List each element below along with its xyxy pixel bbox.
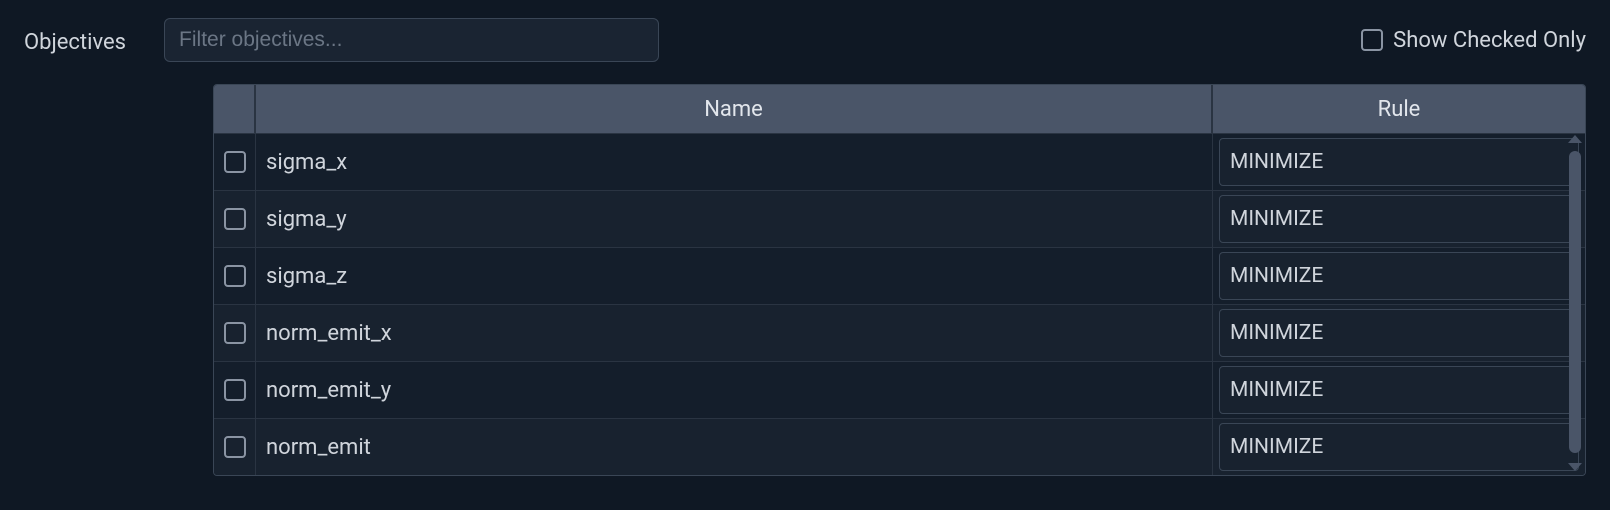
row-name-cell: norm_emit_y — [256, 362, 1213, 418]
rule-select[interactable]: MINIMIZE — [1219, 366, 1579, 414]
row-checkbox-cell — [214, 419, 256, 475]
table-header: Name Rule — [214, 85, 1585, 133]
rule-select[interactable]: MINIMIZE — [1219, 309, 1579, 357]
checkbox-icon[interactable] — [224, 322, 246, 344]
checkbox-icon[interactable] — [224, 208, 246, 230]
show-checked-only-label: Show Checked Only — [1393, 28, 1586, 53]
rule-select[interactable]: MINIMIZE — [1219, 423, 1579, 471]
table-row: norm_emitMINIMIZE — [214, 418, 1585, 475]
table-row: sigma_xMINIMIZE — [214, 133, 1585, 190]
row-rule-cell: MINIMIZE — [1213, 134, 1585, 190]
row-rule-cell: MINIMIZE — [1213, 305, 1585, 361]
row-name-cell: sigma_y — [256, 191, 1213, 247]
checkbox-icon[interactable] — [224, 436, 246, 458]
scrollbar[interactable] — [1567, 135, 1583, 471]
checkbox-icon[interactable] — [1361, 29, 1383, 51]
checkbox-icon[interactable] — [224, 265, 246, 287]
rule-select[interactable]: MINIMIZE — [1219, 195, 1579, 243]
table-body: sigma_xMINIMIZEsigma_yMINIMIZEsigma_zMIN… — [214, 133, 1585, 475]
row-rule-cell: MINIMIZE — [1213, 362, 1585, 418]
row-name-cell: sigma_z — [256, 248, 1213, 304]
objectives-header-row: Objectives Show Checked Only — [24, 18, 1586, 62]
section-label: Objectives — [24, 26, 126, 55]
rule-select[interactable]: MINIMIZE — [1219, 252, 1579, 300]
rule-select[interactable]: MINIMIZE — [1219, 138, 1579, 186]
checkbox-icon[interactable] — [224, 151, 246, 173]
row-checkbox-cell — [214, 134, 256, 190]
row-name-cell: sigma_x — [256, 134, 1213, 190]
row-name-cell: norm_emit — [256, 419, 1213, 475]
table-row: sigma_zMINIMIZE — [214, 247, 1585, 304]
scroll-up-icon[interactable] — [1568, 135, 1582, 143]
scroll-thumb[interactable] — [1569, 151, 1581, 453]
column-header-name[interactable]: Name — [256, 85, 1213, 133]
scroll-down-icon[interactable] — [1568, 463, 1582, 471]
row-checkbox-cell — [214, 362, 256, 418]
row-rule-cell: MINIMIZE — [1213, 248, 1585, 304]
show-checked-only-toggle[interactable]: Show Checked Only — [1361, 28, 1586, 53]
column-header-rule[interactable]: Rule — [1213, 85, 1585, 133]
table-row: norm_emit_yMINIMIZE — [214, 361, 1585, 418]
table-row: sigma_yMINIMIZE — [214, 190, 1585, 247]
checkbox-icon[interactable] — [224, 379, 246, 401]
row-checkbox-cell — [214, 191, 256, 247]
row-checkbox-cell — [214, 305, 256, 361]
filter-objectives-input[interactable] — [164, 18, 659, 62]
row-rule-cell: MINIMIZE — [1213, 191, 1585, 247]
column-header-check — [214, 85, 256, 133]
row-name-cell: norm_emit_x — [256, 305, 1213, 361]
row-checkbox-cell — [214, 248, 256, 304]
table-row: norm_emit_xMINIMIZE — [214, 304, 1585, 361]
objectives-table: Name Rule sigma_xMINIMIZEsigma_yMINIMIZE… — [213, 84, 1586, 476]
row-rule-cell: MINIMIZE — [1213, 419, 1585, 475]
